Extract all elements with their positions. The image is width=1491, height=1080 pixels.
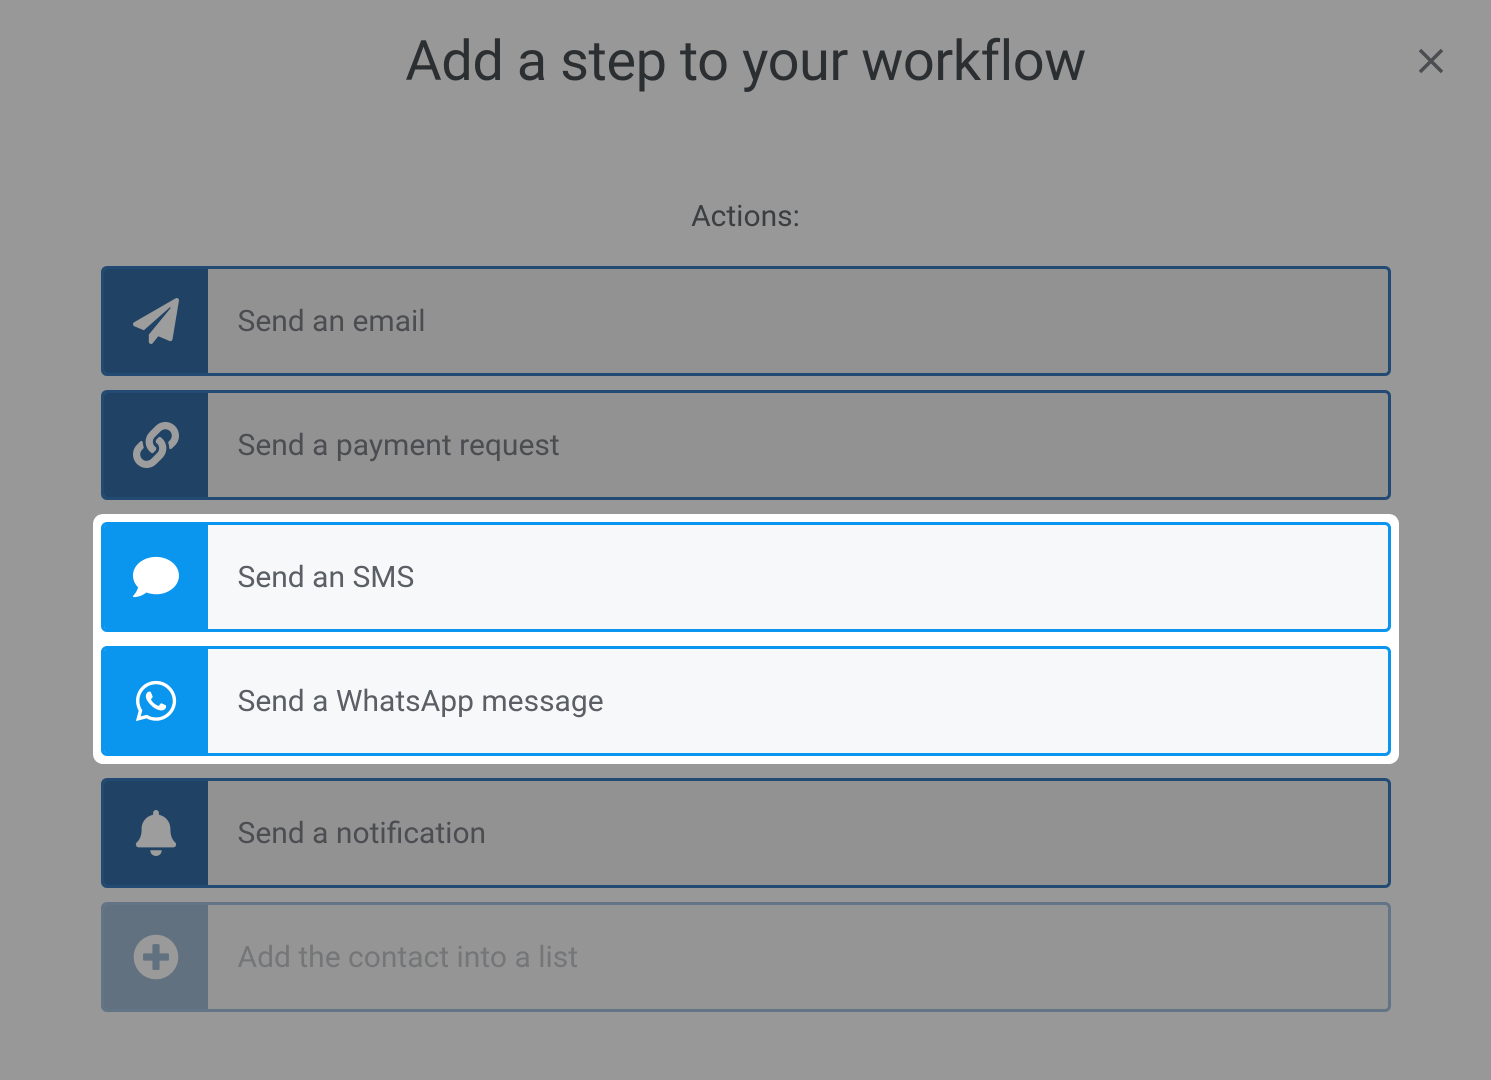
chat-bubble-icon [133,554,179,600]
modal-header: Add a step to your workflow [101,28,1391,94]
icon-slot [104,649,208,753]
icon-slot [104,393,208,497]
whatsapp-icon [133,678,179,724]
modal-title: Add a step to your workflow [405,28,1086,94]
plus-circle-icon [133,934,179,980]
action-add-contact-to-list[interactable]: Add the contact into a list [101,902,1391,1012]
action-label: Add the contact into a list [208,905,579,1009]
action-send-notification[interactable]: Send a notification [101,778,1391,888]
link-icon [133,422,179,468]
icon-slot [104,905,208,1009]
action-send-payment-request[interactable]: Send a payment request [101,390,1391,500]
action-label: Send an SMS [208,525,415,629]
actions-section-label: Actions: [101,199,1391,234]
action-label: Send an email [208,269,426,373]
close-button[interactable] [1406,36,1456,86]
action-send-whatsapp[interactable]: Send a WhatsApp message [101,646,1391,756]
bell-icon [133,810,179,856]
close-icon [1410,40,1452,82]
action-send-sms[interactable]: Send an SMS [101,522,1391,632]
action-send-email[interactable]: Send an email [101,266,1391,376]
icon-slot [104,781,208,885]
action-label: Send a payment request [208,393,560,497]
action-label: Send a WhatsApp message [208,649,604,753]
paper-plane-icon [133,298,179,344]
add-step-modal: Add a step to your workflow Actions: Sen… [101,0,1391,1012]
highlighted-actions: Send an SMS Send a WhatsApp message [93,514,1399,764]
icon-slot [104,269,208,373]
action-label: Send a notification [208,781,487,885]
action-list: Send an email Send a payment request Sen… [101,266,1391,1012]
icon-slot [104,525,208,629]
